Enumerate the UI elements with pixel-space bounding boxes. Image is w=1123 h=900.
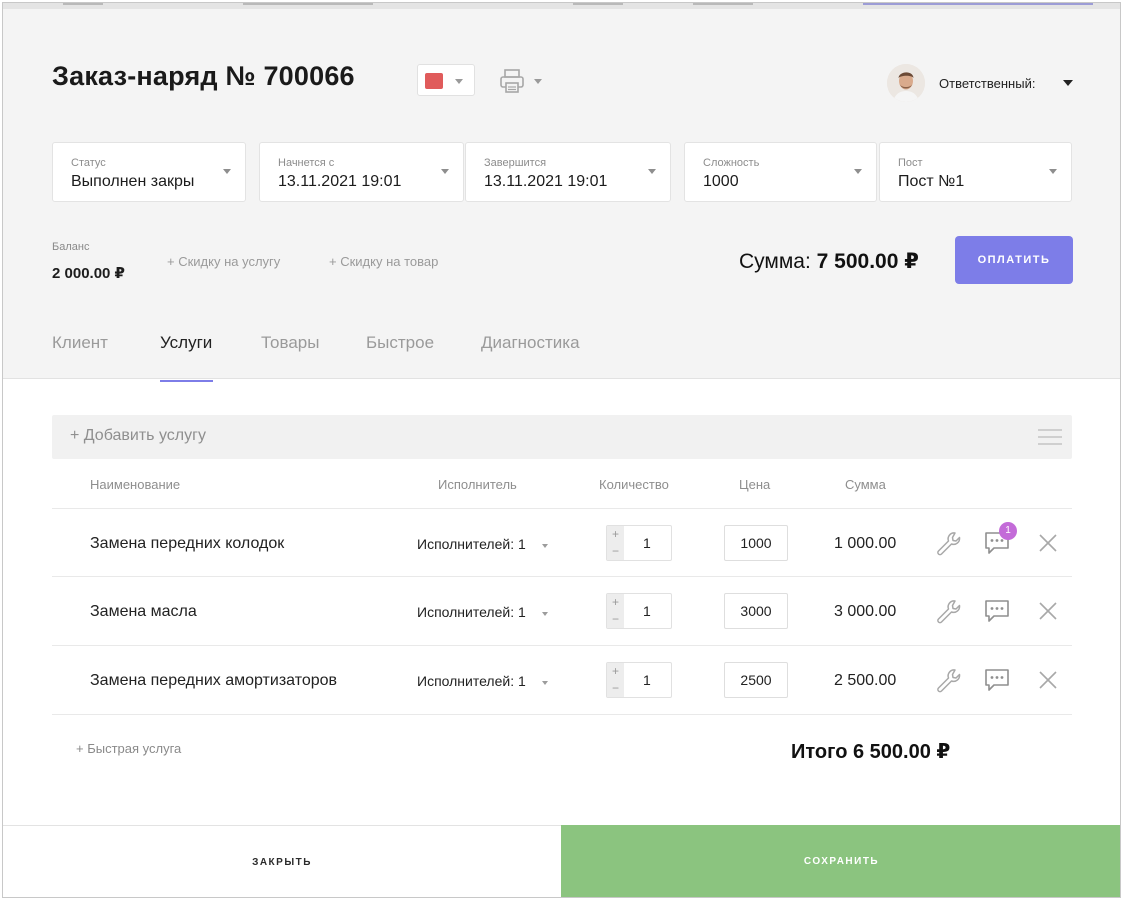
- balance-value: 2 000.00 ₽: [52, 265, 125, 282]
- post-value: Пост №1: [898, 173, 965, 190]
- tab-client[interactable]: Клиент: [52, 333, 108, 353]
- add-service-input[interactable]: + Добавить услугу: [70, 427, 206, 445]
- post-select[interactable]: Пост Пост №1: [879, 142, 1072, 202]
- wrench-icon[interactable]: [934, 666, 962, 694]
- responsible-label[interactable]: Ответственный:: [939, 76, 1035, 91]
- avatar[interactable]: [887, 64, 925, 102]
- order-header: Заказ-наряд № 700066 Ответственный: Стат…: [3, 9, 1120, 382]
- order-modal: Заказ-наряд № 700066 Ответственный: Стат…: [2, 2, 1121, 898]
- quantity-value[interactable]: 1: [643, 535, 651, 551]
- chevron-down-icon: [854, 169, 862, 174]
- quantity-value[interactable]: 1: [643, 672, 651, 688]
- user-photo-icon: [887, 64, 925, 102]
- decrement-button[interactable]: −: [607, 611, 624, 628]
- close-icon[interactable]: [1036, 599, 1060, 623]
- price-input[interactable]: 3000: [724, 593, 788, 629]
- table-row: Замена передних колодок Исполнителей: 1 …: [52, 508, 1072, 577]
- color-swatch: [425, 73, 443, 89]
- start-date-label: Начнется с: [278, 157, 335, 169]
- complexity-label: Сложность: [703, 157, 760, 169]
- chevron-down-icon: [534, 79, 542, 84]
- end-date-value: 13.11.2021 19:01: [484, 173, 608, 190]
- color-dropdown[interactable]: [417, 64, 475, 96]
- wrench-icon[interactable]: [934, 529, 962, 557]
- service-name: Замена масла: [90, 603, 197, 620]
- table-row: Замена передних амортизаторов Исполнител…: [52, 646, 1072, 715]
- close-button[interactable]: ЗАКРЫТЬ: [3, 825, 561, 897]
- quantity-stepper[interactable]: + − 1: [606, 593, 672, 629]
- status-value: Выполнен закры: [71, 173, 195, 190]
- quick-service-link[interactable]: + Быстрая услуга: [76, 741, 181, 756]
- increment-button[interactable]: +: [607, 663, 624, 680]
- tab-diagnostics[interactable]: Диагностика: [481, 333, 580, 353]
- sum-value: 7 500.00 ₽: [816, 250, 919, 273]
- tab-services[interactable]: Услуги: [160, 333, 212, 353]
- add-goods-discount-link[interactable]: + Скидку на товар: [329, 254, 438, 269]
- column-header-name: Наименование: [90, 477, 181, 492]
- page-title: Заказ-наряд № 700066: [52, 61, 355, 91]
- sum-label: Сумма:: [739, 250, 811, 273]
- menu-icon[interactable]: [1038, 429, 1062, 445]
- chevron-down-icon[interactable]: [542, 544, 548, 548]
- order-sum: Сумма: 7 500.00 ₽: [739, 249, 919, 274]
- comment-icon[interactable]: [983, 667, 1011, 693]
- end-date-label: Завершится: [484, 157, 547, 169]
- comment-count-badge: 1: [999, 522, 1017, 540]
- decrement-button[interactable]: −: [607, 543, 624, 560]
- price-input[interactable]: 1000: [724, 525, 788, 561]
- performer-select[interactable]: Исполнителей: 1: [417, 604, 526, 620]
- row-sum: 3 000.00: [834, 603, 897, 620]
- wrench-icon[interactable]: [934, 597, 962, 625]
- chevron-down-icon[interactable]: [1063, 80, 1073, 86]
- column-header-performer: Исполнитель: [438, 477, 517, 492]
- add-service-bar[interactable]: + Добавить услугу: [52, 415, 1072, 459]
- chevron-down-icon: [648, 169, 656, 174]
- close-icon[interactable]: [1036, 531, 1060, 555]
- quantity-value[interactable]: 1: [643, 603, 651, 619]
- row-sum: 2 500.00: [834, 672, 897, 689]
- decrement-button[interactable]: −: [607, 680, 624, 697]
- active-tab-indicator: [160, 380, 213, 382]
- status-select[interactable]: Статус Выполнен закры: [52, 142, 246, 202]
- start-date-select[interactable]: Начнется с 13.11.2021 19:01: [259, 142, 464, 202]
- row-sum: 1 000.00: [834, 535, 897, 552]
- complexity-select[interactable]: Сложность 1000: [684, 142, 877, 202]
- chevron-down-icon: [455, 79, 463, 84]
- price-input[interactable]: 2500: [724, 662, 788, 698]
- tab-quick[interactable]: Быстрое: [366, 333, 434, 353]
- chevron-down-icon: [223, 169, 231, 174]
- increment-button[interactable]: +: [607, 526, 624, 543]
- column-header-quantity: Количество: [599, 477, 669, 492]
- table-row: Замена масла Исполнителей: 1 + − 1 3000 …: [52, 577, 1072, 646]
- quantity-stepper[interactable]: + − 1: [606, 662, 672, 698]
- increment-button[interactable]: +: [607, 594, 624, 611]
- start-date-value: 13.11.2021 19:01: [278, 173, 402, 190]
- column-header-sum: Сумма: [845, 477, 886, 492]
- printer-icon: [500, 69, 524, 93]
- print-dropdown[interactable]: [498, 67, 548, 97]
- post-label: Пост: [898, 157, 923, 169]
- chevron-down-icon[interactable]: [542, 612, 548, 616]
- complexity-value: 1000: [703, 173, 739, 190]
- quantity-stepper[interactable]: + − 1: [606, 525, 672, 561]
- performer-select[interactable]: Исполнителей: 1: [417, 536, 526, 552]
- pay-button[interactable]: ОПЛАТИТЬ: [955, 236, 1073, 284]
- status-label: Статус: [71, 157, 106, 169]
- chevron-down-icon[interactable]: [542, 681, 548, 685]
- add-service-discount-link[interactable]: + Скидку на услугу: [167, 254, 280, 269]
- service-name: Замена передних колодок: [90, 535, 285, 552]
- service-name: Замена передних амортизаторов: [90, 672, 338, 689]
- chevron-down-icon: [441, 169, 449, 174]
- save-button[interactable]: СОХРАНИТЬ: [561, 825, 1120, 897]
- column-header-price: Цена: [739, 477, 771, 492]
- balance-label: Баланс: [52, 241, 90, 253]
- end-date-select[interactable]: Завершится 13.11.2021 19:01: [465, 142, 671, 202]
- services-total: Итого 6 500.00 ₽: [791, 741, 951, 763]
- comment-icon[interactable]: [983, 598, 1011, 624]
- chevron-down-icon: [1049, 169, 1057, 174]
- tab-goods[interactable]: Товары: [261, 333, 319, 353]
- close-icon[interactable]: [1036, 668, 1060, 692]
- performer-select[interactable]: Исполнителей: 1: [417, 673, 526, 689]
